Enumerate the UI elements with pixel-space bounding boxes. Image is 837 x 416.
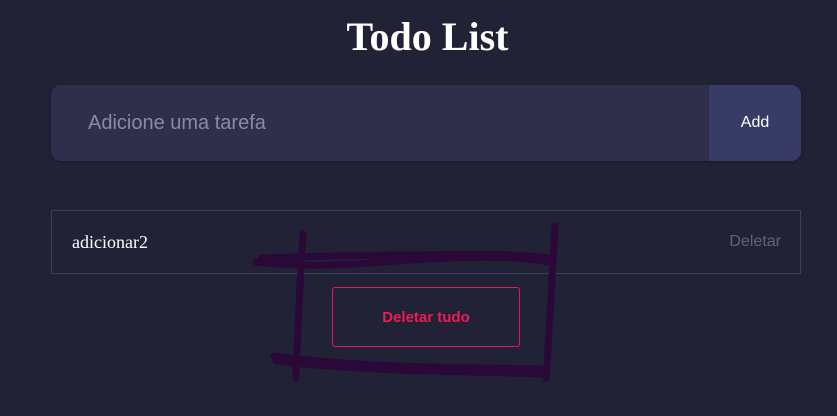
task-text: adicionar2 — [72, 231, 148, 252]
scribble-stroke-bottom-echo — [272, 357, 550, 378]
list-item: adicionar2 Deletar — [51, 210, 801, 274]
task-list: adicionar2 Deletar — [51, 210, 801, 274]
delete-all-button[interactable]: Deletar tudo — [332, 287, 520, 347]
delete-task-button[interactable]: Deletar — [729, 233, 781, 251]
hand-drawn-scribble — [252, 222, 559, 382]
add-button[interactable]: Add — [709, 85, 801, 161]
task-input[interactable] — [51, 85, 709, 161]
page-title: Todo List — [346, 14, 509, 59]
task-input-bar: Add — [51, 85, 801, 161]
scribble-stroke-bottom — [270, 352, 549, 373]
